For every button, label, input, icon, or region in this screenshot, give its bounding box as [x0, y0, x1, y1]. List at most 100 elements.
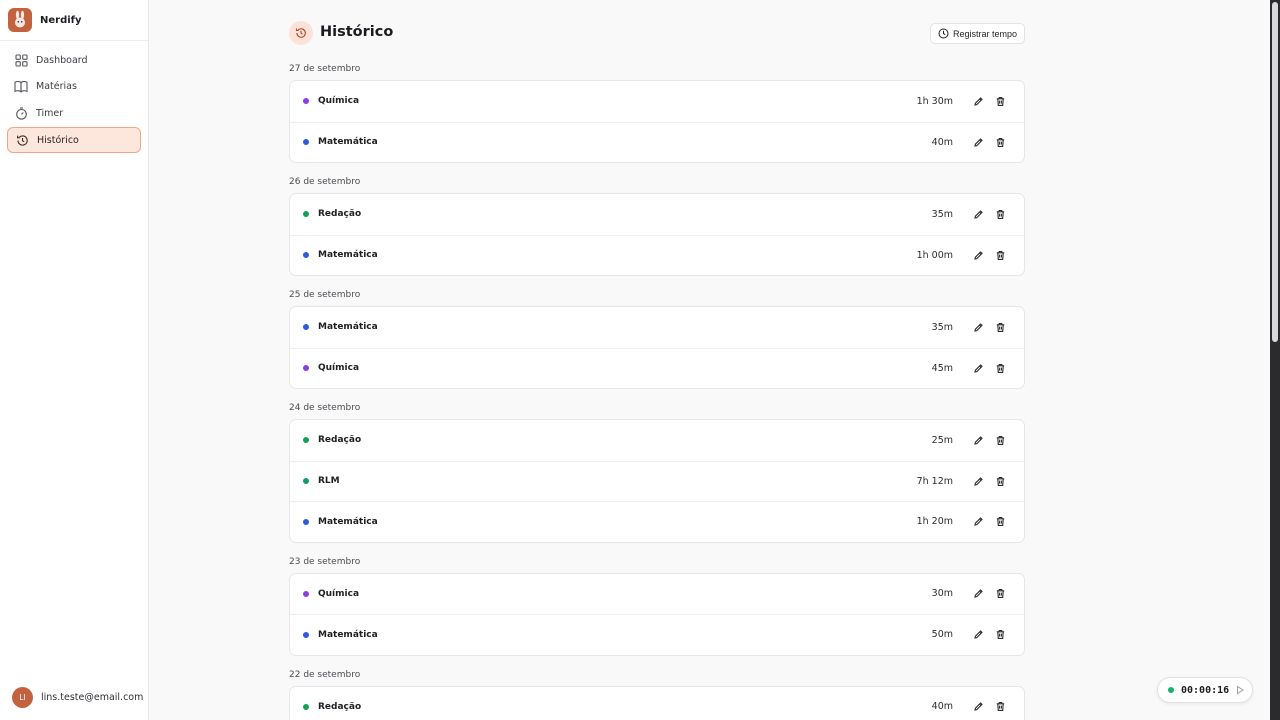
history-card: Matemática 35m Química 45m	[289, 306, 1025, 389]
sidebar-item-materias[interactable]: Matérias	[7, 74, 141, 100]
brand[interactable]: Nerdify	[0, 0, 148, 41]
trash-icon[interactable]	[993, 700, 1007, 714]
subject-name: Redação	[318, 701, 362, 712]
entry-duration: 1h 30m	[916, 95, 953, 107]
subject-name: Química	[318, 96, 360, 107]
rabbit-icon	[15, 10, 25, 28]
trash-icon[interactable]	[993, 474, 1007, 488]
subject-name: Matemática	[318, 250, 378, 261]
history-group: 25 de setembro Matemática 35m Química 45m	[289, 290, 1025, 389]
sidebar: Nerdify Dashboard Matérias Timer Históri…	[0, 0, 149, 720]
history-group: 27 de setembro Química 1h 30m Matemática 40m	[289, 64, 1025, 163]
history-entry-row: Química 30m	[290, 574, 1024, 615]
edit-icon[interactable]	[972, 474, 986, 488]
group-date: 24 de setembro	[289, 403, 361, 413]
page-header: Histórico Registrar tempo	[289, 0, 1025, 64]
avatar: LI	[12, 687, 33, 708]
history-card: Redação 35m Matemática 1h 00m	[289, 193, 1025, 276]
edit-icon[interactable]	[972, 628, 986, 642]
trash-icon[interactable]	[993, 628, 1007, 642]
history-card: Química 1h 30m Matemática 40m	[289, 80, 1025, 163]
group-date: 27 de setembro	[289, 64, 361, 74]
history-list: 27 de setembro Química 1h 30m Matemática 40m…	[289, 64, 1025, 720]
play-icon[interactable]	[1235, 685, 1245, 695]
subject-name: Redação	[318, 435, 362, 446]
subject-name: Redação	[318, 209, 362, 220]
history-card: Redação 40m	[289, 685, 1025, 720]
edit-icon[interactable]	[972, 361, 986, 375]
history-entry-row: Redação 40m	[290, 687, 1024, 720]
floating-timer[interactable]: 00:00:16	[1157, 677, 1253, 703]
history-entry-row: Redação 35m	[290, 194, 1024, 235]
subject-name: Matemática	[318, 137, 378, 148]
trash-icon[interactable]	[993, 433, 1007, 447]
timer-status-dot	[1168, 687, 1174, 693]
history-entry-row: Química 45m	[290, 347, 1024, 389]
timer-time: 00:00:16	[1181, 684, 1230, 696]
entry-duration: 40m	[931, 701, 953, 713]
page-scrollbar[interactable]	[1270, 0, 1280, 720]
scrollbar-thumb[interactable]	[1272, 2, 1278, 342]
edit-icon[interactable]	[972, 135, 986, 149]
nerdify-logo	[8, 8, 32, 32]
app-name: Nerdify	[40, 14, 82, 26]
history-group: 22 de setembro Redação 40m	[289, 670, 1025, 720]
subject-color-dot	[303, 590, 309, 597]
subject-color-dot	[303, 98, 309, 105]
history-card: Redação 25m RLM 7h 12m Matemática 1h 20m	[289, 419, 1025, 543]
entry-duration: 30m	[931, 588, 953, 600]
sidebar-item-label: Histórico	[37, 134, 79, 146]
subject-color-dot	[303, 437, 309, 444]
history-group: 26 de setembro Redação 35m Matemática 1h 00m	[289, 177, 1025, 276]
edit-icon[interactable]	[972, 320, 986, 334]
history-group: 24 de setembro Redação 25m RLM 7h 12m Matemát…	[289, 403, 1025, 543]
trash-icon[interactable]	[993, 515, 1007, 529]
sidebar-item-label: Timer	[36, 107, 64, 119]
subject-name: Química	[318, 363, 360, 374]
group-date: 25 de setembro	[289, 290, 361, 300]
history-entry-row: Matemática 40m	[290, 121, 1024, 163]
sidebar-item-timer[interactable]: Timer	[7, 100, 141, 126]
sidebar-item-historico[interactable]: Histórico	[7, 127, 141, 154]
history-entry-row: RLM 7h 12m	[290, 460, 1024, 502]
trash-icon[interactable]	[993, 135, 1007, 149]
edit-icon[interactable]	[972, 433, 986, 447]
entry-duration: 1h 20m	[916, 516, 953, 528]
entry-duration: 35m	[931, 208, 953, 220]
user-email: lins.teste@email.com	[41, 692, 144, 703]
group-date: 26 de setembro	[289, 177, 361, 187]
edit-icon[interactable]	[972, 587, 986, 601]
user-menu[interactable]: LI lins.teste@email.com	[12, 687, 143, 708]
subject-name: RLM	[318, 476, 340, 487]
history-entry-row: Matemática 1h 20m	[290, 501, 1024, 542]
trash-icon[interactable]	[993, 248, 1007, 262]
history-group: 23 de setembro Química 30m Matemática 50m	[289, 557, 1025, 656]
timer-icon	[14, 106, 28, 120]
subject-color-dot	[303, 139, 309, 146]
edit-icon[interactable]	[972, 700, 986, 714]
entry-duration: 7h 12m	[916, 475, 953, 487]
edit-icon[interactable]	[972, 207, 986, 221]
subject-color-dot	[303, 703, 309, 710]
edit-icon[interactable]	[972, 248, 986, 262]
edit-icon[interactable]	[972, 94, 986, 108]
group-date: 22 de setembro	[289, 669, 361, 680]
sidebar-item-dashboard[interactable]: Dashboard	[7, 47, 141, 73]
trash-icon[interactable]	[993, 94, 1007, 108]
history-entry-row: Redação 25m	[290, 420, 1024, 461]
trash-icon[interactable]	[993, 587, 1007, 601]
trash-icon[interactable]	[993, 361, 1007, 375]
register-time-button[interactable]: Registrar tempo	[929, 23, 1025, 44]
edit-icon[interactable]	[972, 515, 986, 529]
history-card: Química 30m Matemática 50m	[289, 572, 1025, 656]
subject-name: Matemática	[318, 629, 378, 640]
subject-color-dot	[303, 252, 309, 259]
clock-icon	[938, 28, 949, 39]
trash-icon[interactable]	[993, 320, 1007, 334]
history-entry-row: Matemática 50m	[290, 614, 1024, 655]
trash-icon[interactable]	[993, 207, 1007, 221]
entry-duration: 1h 00m	[916, 249, 953, 261]
history-entry-row: Química 1h 30m	[290, 81, 1024, 122]
grid-icon	[14, 53, 28, 67]
entry-duration: 40m	[931, 136, 953, 148]
